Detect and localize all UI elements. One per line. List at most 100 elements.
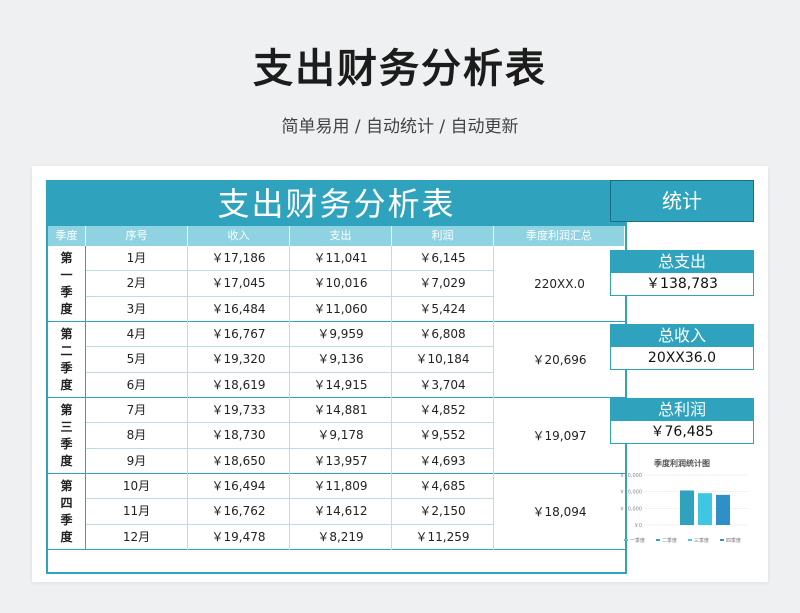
table-row: 10月 ￥16,494 ￥11,809 ￥4,685: [86, 474, 494, 500]
chart-legend-label: 一季度: [630, 537, 645, 544]
quarter-summary-cell[interactable]: ￥20,696: [494, 322, 625, 397]
cell-month[interactable]: 4月: [86, 322, 188, 347]
quarter-rows: 1月 ￥17,186 ￥11,041 ￥6,145 2月 ￥17,045 ￥10…: [86, 246, 494, 322]
header-cell-season: 季度: [48, 226, 86, 246]
cell-profit[interactable]: ￥6,145: [392, 246, 494, 271]
cell-month[interactable]: 9月: [86, 448, 188, 474]
cell-expense[interactable]: ￥13,957: [290, 448, 392, 474]
quarter-label-char: 季: [60, 512, 73, 527]
quarter-label-char: 第: [60, 326, 73, 341]
cell-profit[interactable]: ￥10,184: [392, 347, 494, 372]
cell-expense[interactable]: ￥11,809: [290, 474, 392, 499]
cell-expense[interactable]: ￥9,136: [290, 347, 392, 372]
cell-month[interactable]: 1月: [86, 246, 188, 271]
cell-expense[interactable]: ￥9,959: [290, 322, 392, 347]
cell-month[interactable]: 11月: [86, 499, 188, 524]
quarter-label-char: 二: [60, 343, 73, 358]
quarter-label-char: 四: [60, 495, 73, 510]
cell-expense[interactable]: ￥14,915: [290, 372, 392, 398]
quarter-label: 第 三 季 度: [48, 398, 86, 473]
quarter-summary-cell[interactable]: ￥18,094: [494, 474, 625, 549]
quarter-summary-cell[interactable]: 220XX.0: [494, 246, 625, 321]
cell-profit[interactable]: ￥5,424: [392, 296, 494, 322]
cell-profit[interactable]: ￥3,704: [392, 372, 494, 398]
cell-month[interactable]: 6月: [86, 372, 188, 398]
cell-month[interactable]: 3月: [86, 296, 188, 322]
stat-label: 总收入: [610, 324, 754, 346]
cell-income[interactable]: ￥19,733: [188, 398, 290, 423]
chart-title: 季度利润统计图: [654, 459, 710, 468]
header-cell-income: 收入: [188, 226, 290, 246]
table-row: 3月 ￥16,484 ￥11,060 ￥5,424: [86, 296, 494, 322]
chart-legend-label: 三季度: [694, 537, 709, 544]
cell-profit[interactable]: ￥4,693: [392, 448, 494, 474]
quarter-label: 第 一 季 度: [48, 246, 86, 321]
stat-value[interactable]: ￥76,485: [610, 420, 754, 444]
table-header-row: 季度 序号 收入 支出 利润 季度利润汇总: [48, 226, 625, 246]
quarter-label-char: 三: [60, 419, 73, 434]
stat-total-expense: 总支出 ￥138,783: [610, 250, 754, 296]
cell-income[interactable]: ￥18,730: [188, 423, 290, 448]
page-subtitle: 简单易用 / 自动统计 / 自动更新: [281, 117, 519, 137]
chart-bar: [680, 490, 694, 525]
chart-legend-swatch: [624, 539, 628, 541]
chart-legend-label: 二季度: [662, 537, 677, 544]
stat-total-profit: 总利润 ￥76,485: [610, 398, 754, 444]
cell-expense[interactable]: ￥9,178: [290, 423, 392, 448]
cell-month[interactable]: 8月: [86, 423, 188, 448]
header-cell-no: 序号: [86, 226, 188, 246]
stats-panel: 统计 总支出 ￥138,783 总收入 20XX36.0 总利润 ￥76,485: [610, 180, 754, 444]
cell-income[interactable]: ￥18,619: [188, 372, 290, 398]
cell-month[interactable]: 12月: [86, 524, 188, 550]
cell-expense[interactable]: ￥11,060: [290, 296, 392, 322]
cell-profit[interactable]: ￥4,685: [392, 474, 494, 499]
cell-income[interactable]: ￥16,484: [188, 296, 290, 322]
cell-month[interactable]: 2月: [86, 271, 188, 296]
cell-expense[interactable]: ￥14,612: [290, 499, 392, 524]
stat-total-income: 总收入 20XX36.0: [610, 324, 754, 370]
chart-legend-label: 四季度: [726, 537, 741, 544]
cell-income[interactable]: ￥17,186: [188, 246, 290, 271]
cell-income[interactable]: ￥17,045: [188, 271, 290, 296]
quarter-label: 第 四 季 度: [48, 474, 86, 549]
quarter-label-char: 季: [60, 284, 73, 299]
quarter-label-char: 度: [60, 453, 73, 468]
cell-income[interactable]: ￥19,320: [188, 347, 290, 372]
cell-income[interactable]: ￥16,767: [188, 322, 290, 347]
cell-income[interactable]: ￥16,494: [188, 474, 290, 499]
quarterly-profit-chart[interactable]: 季度利润统计图 ￥30,000 ￥20,000 ￥10,000 ￥0 一季度 二季度 三季度…: [610, 458, 754, 558]
cell-profit[interactable]: ￥6,808: [392, 322, 494, 347]
quarter-rows: 10月 ￥16,494 ￥11,809 ￥4,685 11月 ￥16,762 ￥…: [86, 474, 494, 550]
quarter-rows: 7月 ￥19,733 ￥14,881 ￥4,852 8月 ￥18,730 ￥9,…: [86, 398, 494, 474]
table-row: 9月 ￥18,650 ￥13,957 ￥4,693: [86, 448, 494, 474]
chart-legend-swatch: [656, 539, 660, 541]
cell-expense[interactable]: ￥10,016: [290, 271, 392, 296]
stat-value[interactable]: ￥138,783: [610, 272, 754, 296]
chart-bar: [698, 493, 712, 525]
table-row: 5月 ￥19,320 ￥9,136 ￥10,184: [86, 347, 494, 373]
stat-label: 总利润: [610, 398, 754, 420]
table-row: 2月 ￥17,045 ￥10,016 ￥7,029: [86, 271, 494, 297]
page-title: 支出财务分析表: [253, 46, 547, 92]
cell-income[interactable]: ￥16,762: [188, 499, 290, 524]
table-row: 1月 ￥17,186 ￥11,041 ￥6,145: [86, 246, 494, 272]
cell-month[interactable]: 7月: [86, 398, 188, 423]
stat-value[interactable]: 20XX36.0: [610, 346, 754, 370]
cell-expense[interactable]: ￥11,041: [290, 246, 392, 271]
cell-profit[interactable]: ￥7,029: [392, 271, 494, 296]
cell-expense[interactable]: ￥8,219: [290, 524, 392, 550]
cell-income[interactable]: ￥19,478: [188, 524, 290, 550]
cell-profit[interactable]: ￥9,552: [392, 423, 494, 448]
quarter-group: 第 三 季 度 7月 ￥19,733 ￥14,881 ￥4,852 8月 ￥18…: [48, 398, 625, 474]
quarter-summary-cell[interactable]: ￥19,097: [494, 398, 625, 473]
quarter-group: 第 四 季 度 10月 ￥16,494 ￥11,809 ￥4,685 11月 ￥…: [48, 474, 625, 550]
cell-profit[interactable]: ￥2,150: [392, 499, 494, 524]
cell-month[interactable]: 10月: [86, 474, 188, 499]
cell-month[interactable]: 5月: [86, 347, 188, 372]
quarter-label: 第 二 季 度: [48, 322, 86, 397]
quarter-label-char: 第: [60, 250, 73, 265]
cell-profit[interactable]: ￥11,259: [392, 524, 494, 550]
cell-income[interactable]: ￥18,650: [188, 448, 290, 474]
cell-profit[interactable]: ￥4,852: [392, 398, 494, 423]
cell-expense[interactable]: ￥14,881: [290, 398, 392, 423]
